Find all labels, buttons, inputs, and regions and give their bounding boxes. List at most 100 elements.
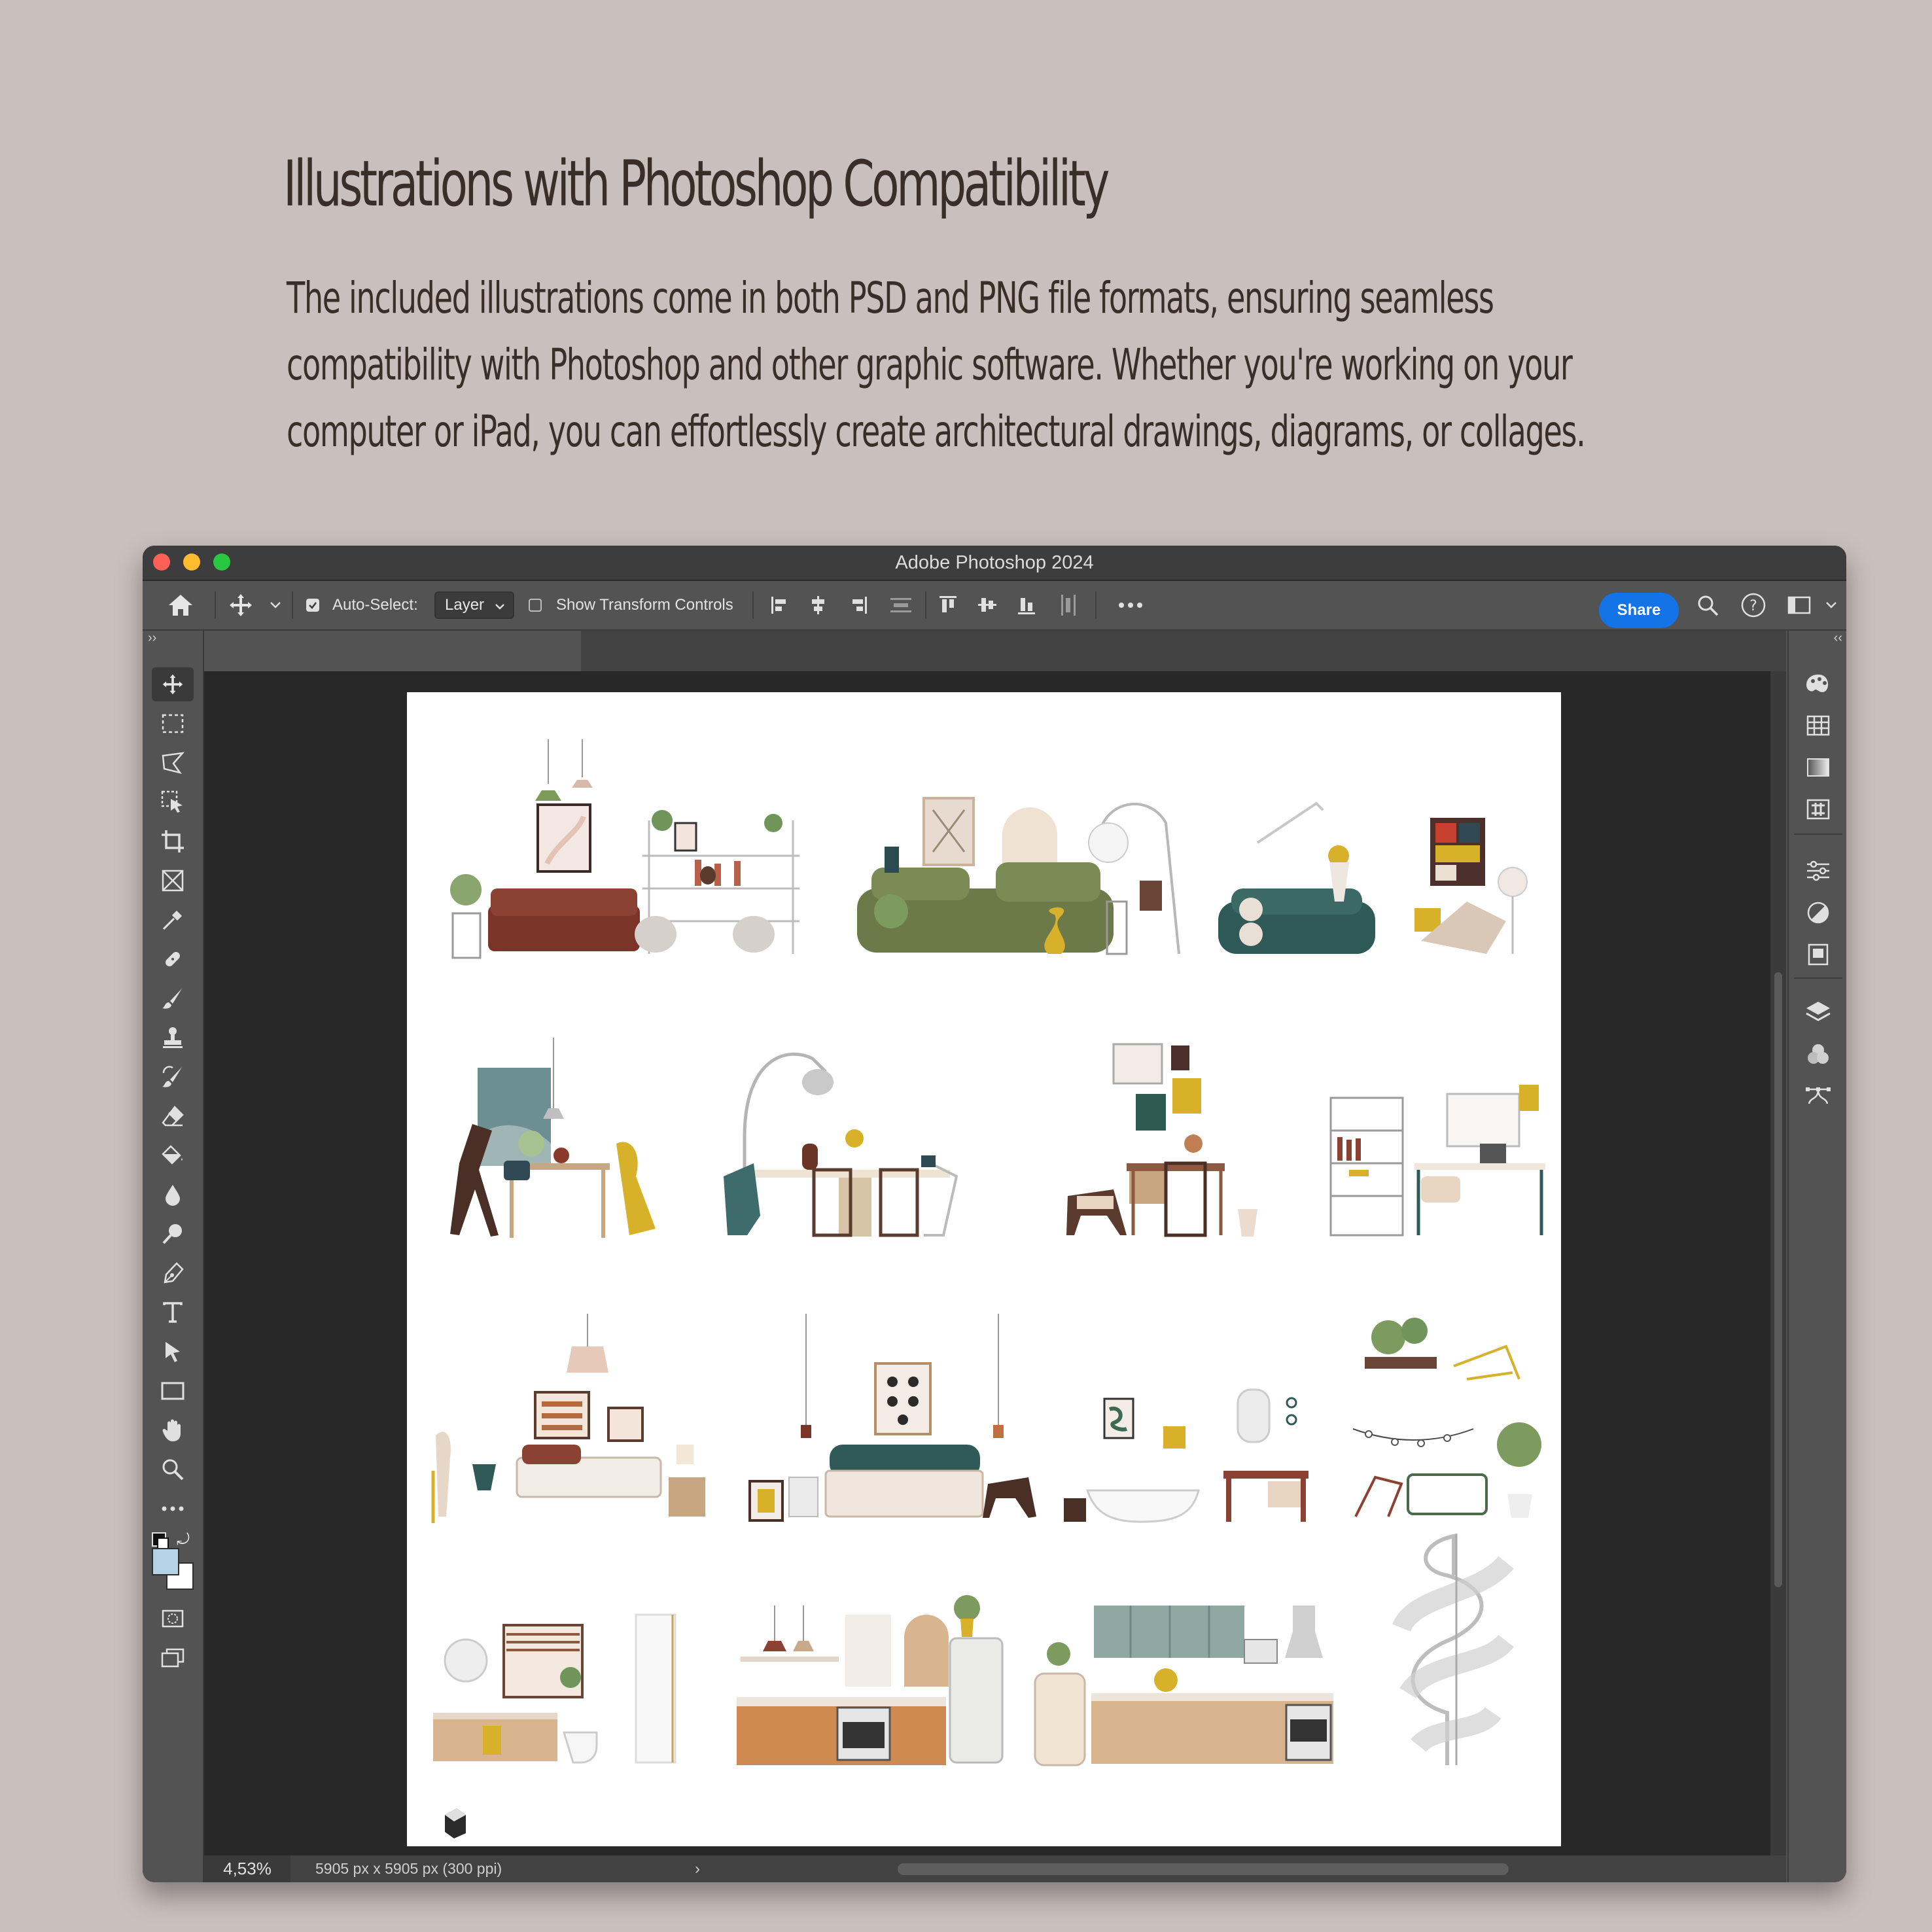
quick-mask-button[interactable] xyxy=(152,1602,194,1636)
align-left-icon xyxy=(771,597,786,614)
channels-panel-button[interactable] xyxy=(1800,1036,1836,1072)
status-menu-arrow[interactable]: › xyxy=(695,1855,700,1882)
home-button[interactable] xyxy=(167,581,194,629)
paths-icon xyxy=(1806,1087,1831,1104)
vertical-scroll-thumb[interactable] xyxy=(1774,972,1782,1587)
living-room-illustration-3 xyxy=(1218,801,1528,954)
color-panel-button[interactable] xyxy=(1800,666,1836,701)
color-panel-icon xyxy=(1806,675,1829,692)
document-canvas[interactable] xyxy=(407,692,1561,1846)
zoom-level-field[interactable]: 4,53% xyxy=(204,1855,290,1882)
object-selection-tool[interactable] xyxy=(152,785,194,819)
edit-toolbar-button[interactable] xyxy=(152,1492,194,1526)
history-brush-icon xyxy=(162,1066,182,1087)
layers-panel-button[interactable] xyxy=(1800,994,1836,1030)
dodge-tool[interactable] xyxy=(152,1217,194,1251)
promo-description-line: The included illustrations come in both … xyxy=(287,273,1494,323)
auto-select-checkbox[interactable] xyxy=(306,581,319,629)
type-tool[interactable] xyxy=(152,1295,194,1329)
patterns-panel-button[interactable] xyxy=(1800,792,1836,827)
horizontal-scroll-thumb[interactable] xyxy=(898,1863,1509,1875)
screen-mode-button[interactable] xyxy=(152,1641,194,1675)
rectangle-tool[interactable] xyxy=(152,1374,194,1408)
distribute-vertical-button[interactable] xyxy=(888,581,913,629)
foreground-color-swatch[interactable] xyxy=(152,1548,179,1575)
distribute-horizontal-button[interactable] xyxy=(1057,581,1080,629)
libraries-panel-button[interactable] xyxy=(1800,937,1836,972)
collapse-dock-icon[interactable]: ‹‹ xyxy=(1834,631,1842,646)
workspace-button[interactable] xyxy=(1787,581,1811,629)
promo-description: The included illustrations come in both … xyxy=(287,265,1932,465)
blur-tool[interactable] xyxy=(152,1178,194,1212)
outdoor-terrace-illustration-1 xyxy=(1352,1318,1541,1518)
share-button[interactable]: Share xyxy=(1599,593,1679,628)
patterns-icon xyxy=(1806,799,1830,820)
path-selection-tool[interactable] xyxy=(152,1335,194,1369)
align-vertical-centers-button[interactable] xyxy=(976,581,998,629)
rectangular-marquee-tool[interactable] xyxy=(152,707,194,741)
chevron-down-icon[interactable] xyxy=(270,581,281,629)
chevron-down-icon[interactable] xyxy=(1825,581,1837,629)
properties-panel-button[interactable] xyxy=(1800,895,1836,930)
brush-icon xyxy=(162,989,182,1009)
tools-panel: ›› ⤾ xyxy=(143,631,204,1882)
align-bottom-edges-button[interactable] xyxy=(1015,581,1038,629)
show-transform-controls-checkbox[interactable] xyxy=(529,581,542,629)
align-top-edges-button[interactable] xyxy=(937,581,959,629)
frame-tool[interactable] xyxy=(152,864,194,898)
eraser-tool[interactable] xyxy=(152,1099,194,1133)
crop-icon xyxy=(162,830,184,852)
history-brush-tool[interactable] xyxy=(152,1060,194,1094)
collapse-panel-icon[interactable]: ›› xyxy=(148,631,156,646)
adjustments-panel-button[interactable] xyxy=(1800,853,1836,888)
kitchen-illustration-1 xyxy=(737,1595,1004,1765)
hand-tool[interactable] xyxy=(152,1413,194,1447)
promo-description-line: computer or iPad, you can effortlessly c… xyxy=(287,406,1586,457)
home-icon xyxy=(169,595,192,616)
libraries-icon xyxy=(1808,943,1829,966)
paths-panel-button[interactable] xyxy=(1800,1078,1836,1114)
move-icon xyxy=(230,594,252,616)
search-icon xyxy=(1698,595,1719,616)
options-bar: Auto-Select: Layer Show Transform Contro… xyxy=(143,581,1846,631)
pen-icon xyxy=(164,1262,184,1284)
promo-description-line: compatibility with Photoshop and other g… xyxy=(287,340,1573,390)
help-button[interactable]: ? xyxy=(1740,581,1766,629)
search-button[interactable] xyxy=(1696,581,1719,629)
type-icon xyxy=(163,1302,183,1323)
document-tab[interactable] xyxy=(204,631,581,671)
brush-tool[interactable] xyxy=(152,981,194,1015)
interior-illustrations-artwork xyxy=(431,739,1545,1838)
vertical-scrollbar[interactable] xyxy=(1770,671,1786,1855)
paint-bucket-tool[interactable] xyxy=(152,1138,194,1172)
align-horizontal-centers-button[interactable] xyxy=(807,581,830,629)
window-title: Adobe Photoshop 2024 xyxy=(895,552,1094,573)
marquee-icon xyxy=(162,714,184,733)
adjustments-icon xyxy=(1807,860,1829,881)
pen-tool[interactable] xyxy=(152,1256,194,1290)
gradients-panel-button[interactable] xyxy=(1800,750,1836,785)
eyedropper-tool[interactable] xyxy=(152,903,194,937)
align-right-edges-button[interactable] xyxy=(847,581,869,629)
layers-icon xyxy=(1806,1002,1831,1021)
move-tool[interactable] xyxy=(152,667,194,701)
align-center-icon xyxy=(812,596,824,614)
auto-select-target-dropdown[interactable]: Layer xyxy=(434,591,514,619)
status-bar: 4,53% 5905 px x 5905 px (300 ppi) › xyxy=(204,1855,1786,1882)
swatches-panel-button[interactable] xyxy=(1800,708,1836,743)
more-options-button[interactable] xyxy=(1117,581,1144,629)
lasso-tool[interactable] xyxy=(152,746,194,780)
move-tool-preset-button[interactable] xyxy=(228,581,254,629)
more-icon xyxy=(162,1506,184,1511)
crop-tool[interactable] xyxy=(152,824,194,858)
rectangle-icon xyxy=(161,1382,184,1400)
swap-colors-icon[interactable]: ⤾ xyxy=(177,1531,190,1549)
path-selection-icon xyxy=(166,1342,180,1362)
spiral-staircase-illustration xyxy=(1392,1534,1514,1765)
align-left-edges-button[interactable] xyxy=(769,581,792,629)
zoom-tool[interactable] xyxy=(152,1452,194,1486)
spot-healing-brush-tool[interactable] xyxy=(152,942,194,976)
quick-mask-icon xyxy=(162,1609,184,1628)
canvas-area[interactable] xyxy=(204,671,1786,1855)
clone-stamp-tool[interactable] xyxy=(152,1021,194,1055)
